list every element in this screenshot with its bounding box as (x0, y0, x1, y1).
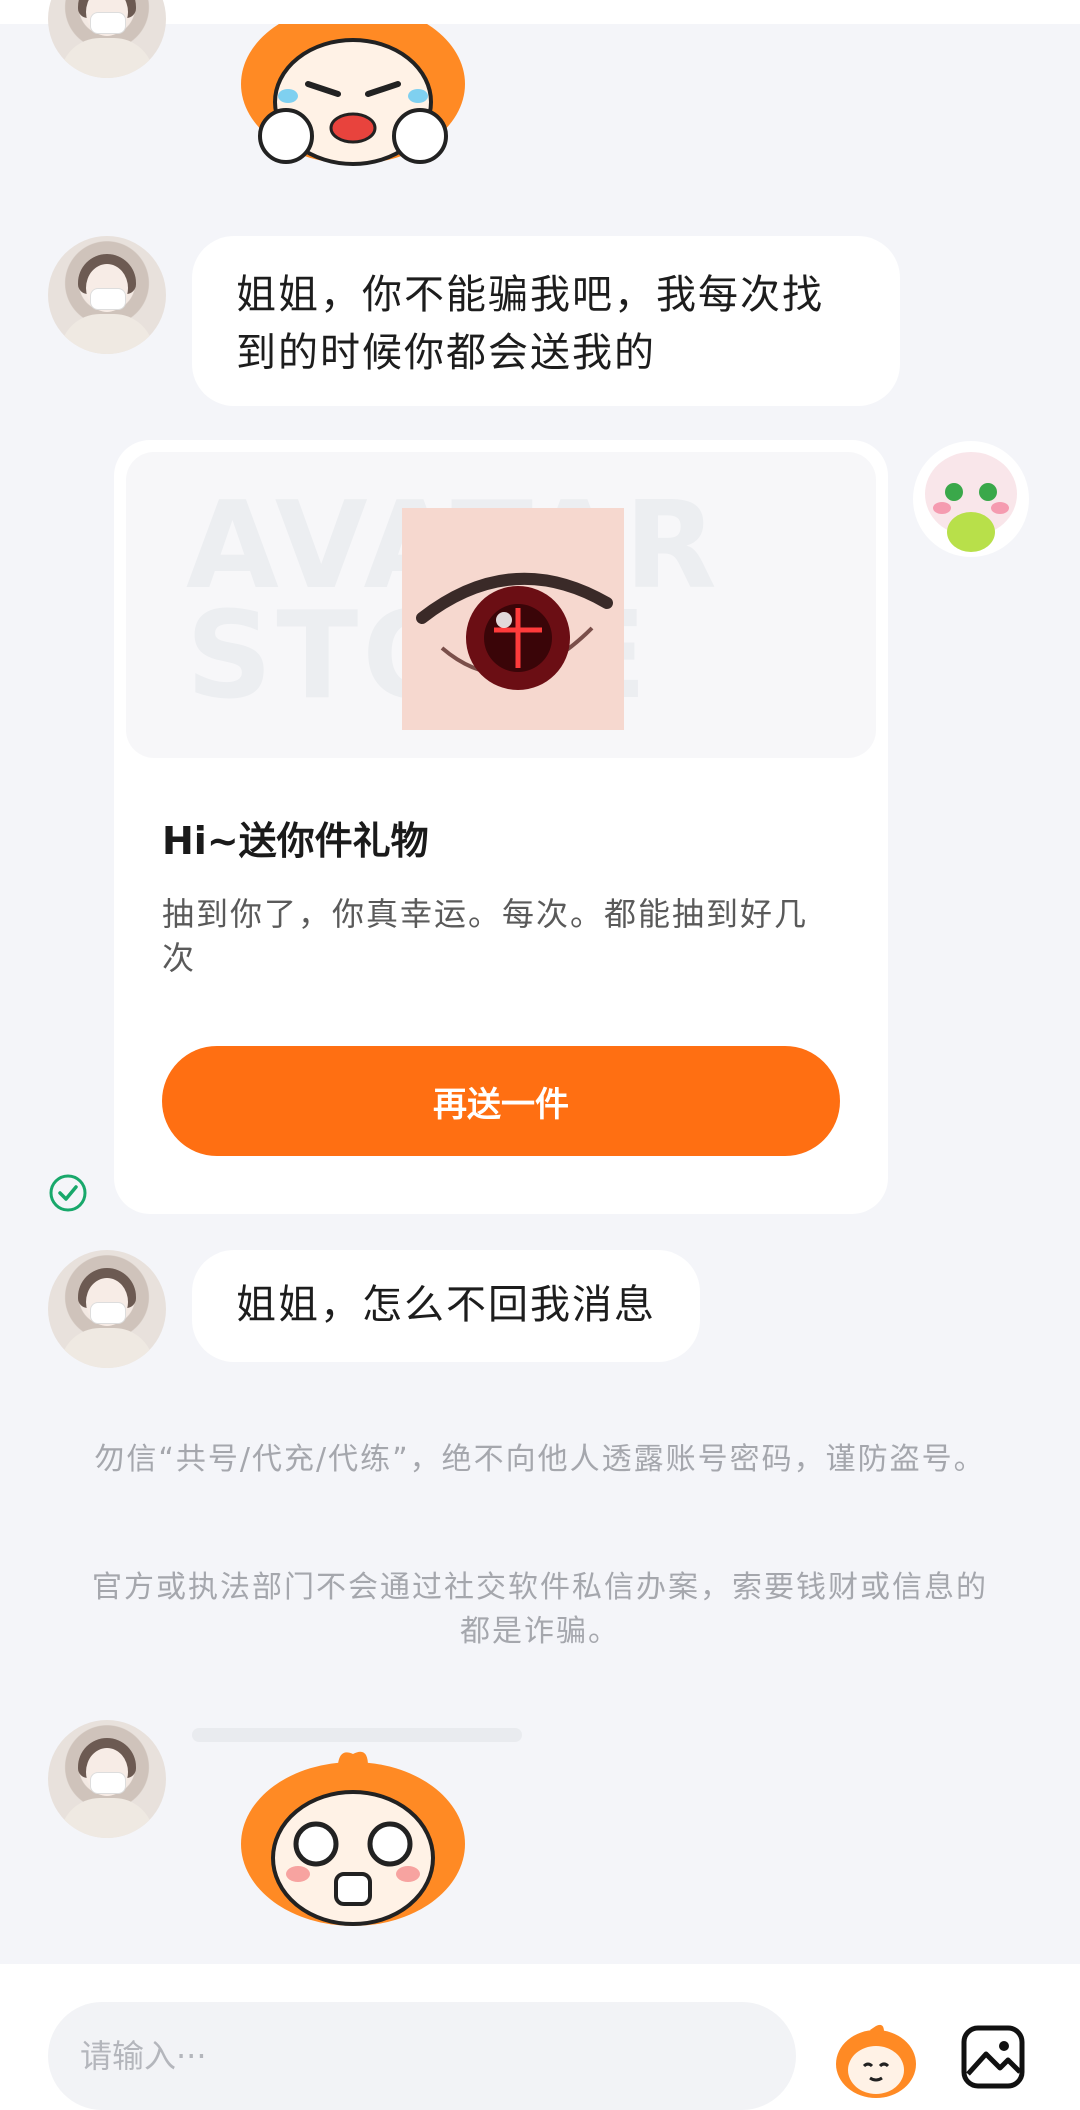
avatar[interactable] (48, 236, 166, 354)
crying-sticker[interactable] (228, 24, 478, 174)
message-input[interactable] (48, 2002, 796, 2110)
loading-placeholder (192, 1728, 522, 1742)
image-icon[interactable] (960, 2024, 1026, 2090)
safety-notice-2: 官方或执法部门不会通过社交软件私信办案，索要钱财或信息的都是诈骗。 (92, 1570, 988, 1649)
avatar[interactable] (48, 0, 166, 78)
message-text: 姐姐，怎么不回我消息 (236, 1282, 656, 1328)
avatar[interactable] (48, 1250, 166, 1368)
gift-image-area: AVATAR STORE (126, 452, 876, 758)
gift-eye-image (402, 508, 624, 730)
mascot-sticker-icon[interactable] (834, 2022, 918, 2100)
check-circle-icon (49, 1174, 87, 1212)
message-bubble[interactable]: 姐姐，你不能骗我吧，我每次找到的时候你都会送我的 (192, 236, 900, 406)
avatar[interactable] (48, 1720, 166, 1838)
shocked-sticker[interactable] (228, 1746, 478, 1936)
gift-title: Hi~送你件礼物 (162, 819, 429, 863)
gift-card[interactable]: AVATAR STORE Hi~送你件礼物 抽到你了，你真幸运。每次。都能抽到好… (114, 440, 888, 1214)
message-text: 姐姐，你不能骗我吧，我每次找到的时候你都会送我的 (236, 272, 824, 376)
own-avatar[interactable] (912, 440, 1030, 558)
send-another-gift-button[interactable]: 再送一件 (162, 1046, 840, 1156)
message-bubble[interactable]: 姐姐，怎么不回我消息 (192, 1250, 700, 1362)
safety-notice-1: 勿信“共号/代充/代练”，绝不向他人透露账号密码，谨防盗号。 (94, 1442, 986, 1477)
gift-description: 抽到你了，你真幸运。每次。都能抽到好几次 (162, 895, 809, 977)
